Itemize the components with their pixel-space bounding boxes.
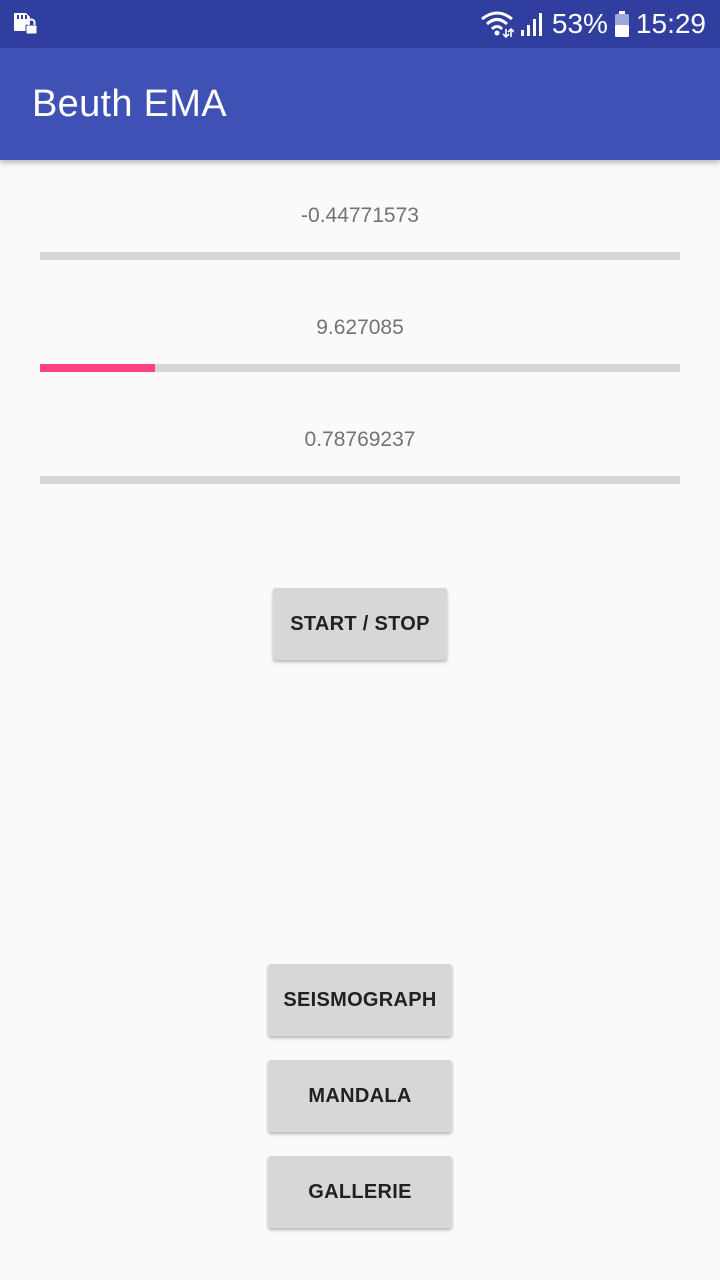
sensor-value-z: 0.78769237: [304, 428, 416, 451]
sensor-value-y: 9.627085: [316, 316, 404, 339]
clock: 15:29: [635, 8, 706, 39]
progress-bar-x: [40, 252, 680, 260]
gallerie-button[interactable]: GALLERIE: [268, 1156, 452, 1228]
sd-card-lock-icon: [14, 13, 38, 35]
sensor-value-x: -0.44771573: [301, 204, 419, 227]
status-bar: 53% 15:29: [0, 0, 720, 48]
progress-fill-y: [40, 364, 156, 372]
app-bar: Beuth EMA: [0, 48, 720, 160]
progress-bar-y: [40, 364, 680, 372]
start-stop-button[interactable]: START / STOP: [273, 588, 447, 660]
battery-icon: [614, 11, 629, 37]
wifi-icon: [480, 11, 514, 38]
seismograph-button[interactable]: SEISMOGRAPH: [268, 964, 452, 1036]
battery-percentage: 53%: [551, 8, 608, 39]
signal-icon: [520, 13, 542, 36]
progress-bar-z: [40, 476, 680, 484]
app-title: Beuth EMA: [32, 83, 227, 125]
mandala-button[interactable]: MANDALA: [268, 1060, 452, 1132]
